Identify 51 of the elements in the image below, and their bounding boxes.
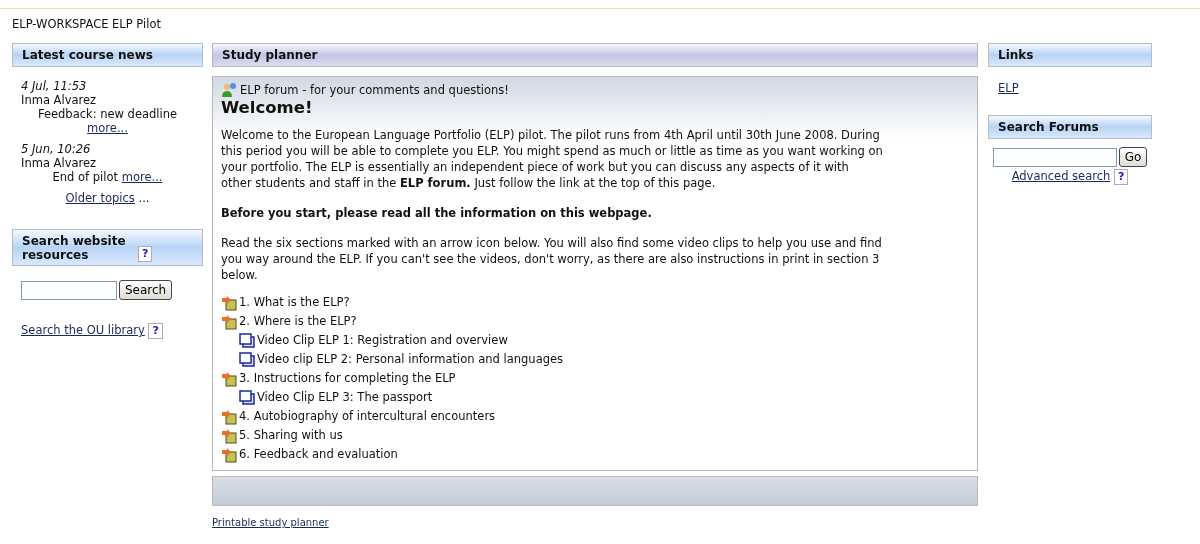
welcome-heading: Welcome! bbox=[221, 98, 314, 117]
window-icon bbox=[239, 332, 255, 349]
instructions-paragraph: Read the six sections marked with an arrow icon below. You will also find some video clips to help you use and find you way around the ELP. If you can't see the videos, don't worry, as there are also instructions in print in section 3 below. bbox=[221, 235, 883, 283]
section-link[interactable]: 3. Instructions for completing the ELP bbox=[239, 369, 456, 388]
arrow-page-icon bbox=[221, 446, 237, 463]
block-header: Links bbox=[988, 43, 1152, 67]
window-icon bbox=[239, 389, 255, 406]
more-link[interactable]: more... bbox=[87, 121, 128, 135]
more-link[interactable]: more... bbox=[121, 170, 163, 184]
block-header: Study planner bbox=[212, 43, 978, 67]
advanced-search-link[interactable]: Advanced search bbox=[1011, 169, 1111, 183]
library-link[interactable]: Search the OU library bbox=[21, 323, 145, 337]
section-link[interactable]: 2. Where is the ELP? bbox=[239, 312, 357, 331]
arrow-page-icon bbox=[221, 408, 237, 425]
elp-link[interactable]: ELP bbox=[998, 81, 1019, 95]
block-header: Latest course news bbox=[12, 43, 203, 67]
arrow-page-icon bbox=[221, 313, 237, 330]
notice-text: Before you start, please read all the information on this webpage. bbox=[221, 205, 653, 221]
news-author: Inma Alvarez bbox=[21, 93, 98, 107]
older-topics-link[interactable]: Older topics bbox=[65, 191, 135, 205]
window-icon bbox=[239, 351, 255, 368]
intro-paragraph: Welcome to the European Language Portfolio (ELP) pilot. The pilot runs from 4th April until 30th June 2008. During this period you will be able to complete you ELP. You might spend as much or little as time as you want working on your portfolio. The ELP is essentially an independent piece of work but you can discuss any aspects of it with other students and staff in the ELP forum. Just follow the link at the top of this page. bbox=[221, 127, 883, 191]
news-subject: End of pilot bbox=[52, 170, 119, 184]
video-link[interactable]: Video clip ELP 2: Personal information and languages bbox=[257, 350, 564, 369]
help-icon[interactable]: ? bbox=[1113, 169, 1129, 185]
forum-link[interactable]: ELP forum - for your comments and questions! bbox=[240, 83, 509, 97]
go-button[interactable]: Go bbox=[1118, 147, 1148, 167]
printable-link[interactable]: Printable study planner bbox=[212, 517, 329, 528]
video-link[interactable]: Video Clip ELP 1: Registration and overview bbox=[257, 331, 508, 350]
section-link[interactable]: 5. Sharing with us bbox=[239, 426, 343, 445]
block-header: Search Forums bbox=[988, 115, 1152, 139]
news-date: 5 Jun, 10:26 bbox=[21, 142, 92, 156]
help-icon[interactable]: ? bbox=[148, 323, 163, 339]
help-icon[interactable]: ? bbox=[138, 246, 153, 262]
ellipsis-text: ... bbox=[138, 191, 150, 205]
search-field[interactable] bbox=[992, 147, 1117, 167]
video-link[interactable]: Video Clip ELP 3: The passport bbox=[257, 388, 433, 407]
search-button[interactable]: Search bbox=[119, 280, 173, 300]
section-link[interactable]: 6. Feedback and evaluation bbox=[239, 445, 398, 464]
page-title: ELP-WORKSPACE ELP Pilot bbox=[11, 16, 162, 31]
section-link[interactable]: 4. Autobiography of intercultural encounters bbox=[239, 407, 496, 426]
arrow-page-icon bbox=[221, 427, 237, 444]
news-author: Inma Alvarez bbox=[21, 156, 98, 170]
search-field[interactable] bbox=[21, 280, 117, 300]
news-subject: Feedback: new deadline bbox=[37, 107, 178, 121]
people-icon bbox=[221, 82, 237, 98]
block-header: Search website resources bbox=[22, 234, 127, 262]
news-date: 4 Jul, 11:53 bbox=[21, 79, 88, 93]
section-link[interactable]: 1. What is the ELP? bbox=[239, 293, 350, 312]
arrow-page-icon bbox=[221, 370, 237, 387]
arrow-page-icon bbox=[221, 294, 237, 311]
